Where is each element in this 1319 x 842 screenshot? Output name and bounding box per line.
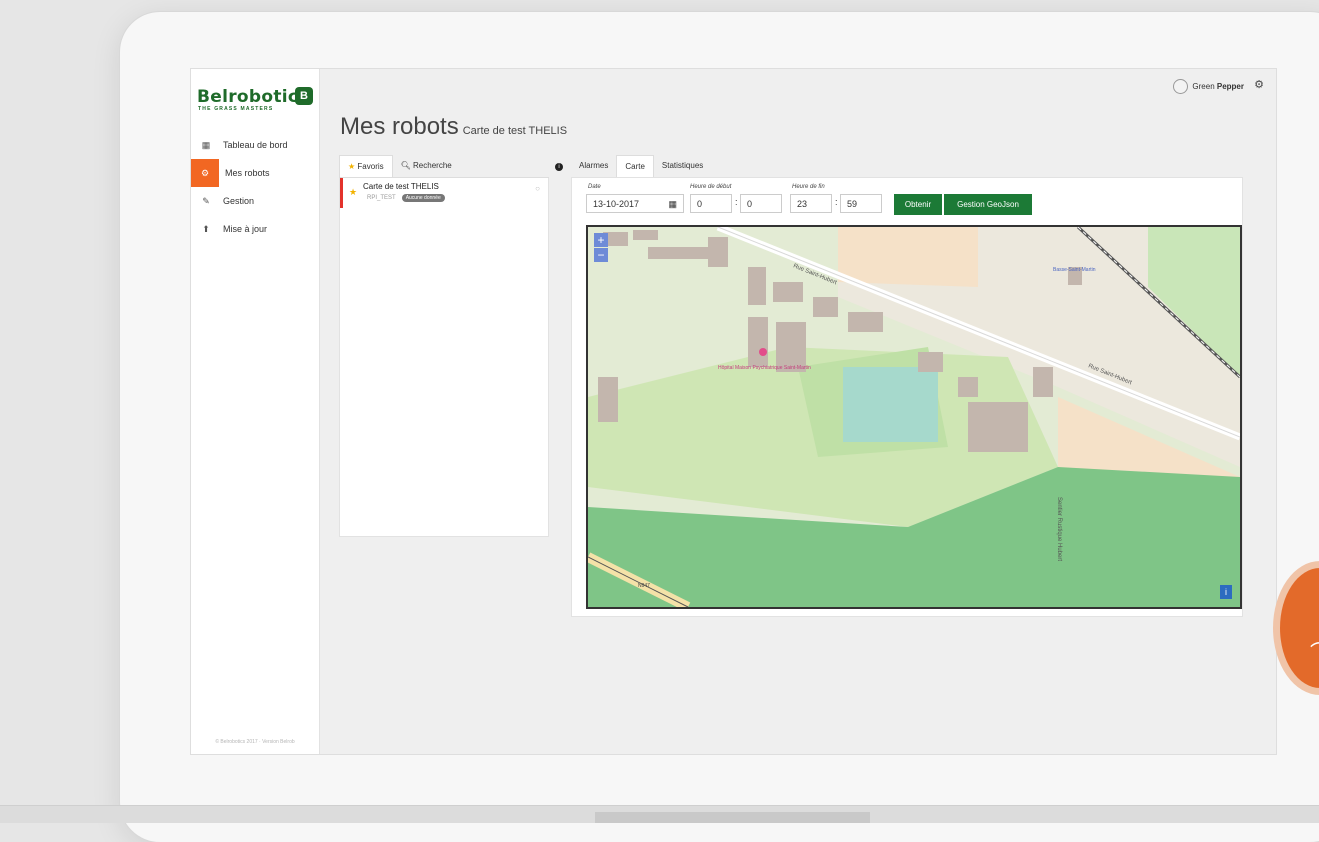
circle-icon: ○ bbox=[535, 184, 540, 193]
sidebar-item-label: Tableau de bord bbox=[223, 140, 288, 150]
zoom-in-button[interactable]: + bbox=[594, 233, 608, 247]
end-minute-field[interactable]: 59 bbox=[840, 194, 882, 213]
map-road-label: Sentier Rustique Hubert bbox=[1056, 497, 1062, 561]
sidebar-footer: © Belrobotics 2017 · Version Belrob bbox=[215, 739, 295, 745]
star-icon: ★ bbox=[348, 162, 356, 171]
app-screen: Belrobotics B THE GRASS MASTERS ▦ Tablea… bbox=[190, 68, 1277, 755]
gear-icon[interactable]: ⚙ bbox=[1254, 78, 1264, 91]
map-info-button[interactable]: i bbox=[1220, 585, 1232, 599]
sidebar-item-label: Mes robots bbox=[225, 168, 270, 178]
tab-statistiques[interactable]: Statistiques bbox=[654, 155, 711, 177]
user-first-name: Green bbox=[1192, 82, 1215, 91]
brand-mark: B bbox=[295, 87, 313, 105]
date-label: Date bbox=[588, 184, 601, 190]
map-view[interactable]: Rue Saint-Hubert Rue Saint-Hubert Sentie… bbox=[586, 225, 1242, 609]
map-canvas: Rue Saint-Hubert Rue Saint-Hubert Sentie… bbox=[588, 227, 1240, 607]
brand-tagline: THE GRASS MASTERS bbox=[198, 106, 274, 112]
sidebar-item-update[interactable]: ⬆ Mise à jour bbox=[191, 215, 319, 243]
robot-list-panel: ★ Favoris 🔍︎ Recherche ★ Carte de test T… bbox=[339, 155, 549, 537]
date-field[interactable]: 13-10-2017 ▦ bbox=[586, 194, 684, 213]
grid-icon: ▦ bbox=[201, 139, 211, 150]
robot-list: ★ Carte de test THELIS RPI_TEST Aucune do… bbox=[339, 178, 549, 537]
sidebar-nav: ▦ Tableau de bord ⚙ Mes robots ✎ Gestion… bbox=[191, 131, 319, 243]
user-last-name: Pepper bbox=[1216, 82, 1244, 91]
robot-list-tabs: ★ Favoris 🔍︎ Recherche bbox=[339, 155, 549, 178]
map-place-label: Basse-Saint-Martin bbox=[1053, 267, 1096, 273]
search-icon: 🔍︎ bbox=[400, 161, 411, 170]
start-hour-field[interactable]: 0 bbox=[690, 194, 732, 213]
start-label: Heure de début bbox=[690, 184, 732, 190]
laptop-base bbox=[0, 805, 1319, 823]
robots-icon: ⚙ bbox=[191, 159, 219, 187]
time-colon: : bbox=[735, 197, 738, 207]
tab-recherche[interactable]: 🔍︎ Recherche bbox=[393, 155, 460, 177]
wrench-icon: ✎ bbox=[202, 195, 210, 206]
sidebar-item-label: Mise à jour bbox=[223, 224, 268, 234]
brand-logo[interactable]: Belrobotics bbox=[197, 87, 309, 107]
upload-icon: ⬆ bbox=[202, 223, 210, 234]
tab-label: Favoris bbox=[357, 162, 384, 171]
map-zoom-controls: + − bbox=[594, 233, 608, 263]
sidebar-item-gestion[interactable]: ✎ Gestion bbox=[191, 187, 319, 215]
map-tab-content: Date 13-10-2017 ▦ Heure de début 0 : 0 He… bbox=[571, 177, 1243, 617]
zoom-out-button[interactable]: − bbox=[594, 248, 608, 262]
laptop-notch bbox=[595, 812, 870, 823]
obtain-button[interactable]: Obtenir bbox=[894, 194, 942, 215]
map-panel-tabs: Alarmes Carte Statistiques bbox=[571, 155, 1243, 177]
sidebar: Belrobotics B THE GRASS MASTERS ▦ Tablea… bbox=[191, 69, 320, 754]
sidebar-item-dashboard[interactable]: ▦ Tableau de bord bbox=[191, 131, 319, 159]
page-title: Mes robots Carte de test THELIS bbox=[340, 113, 567, 141]
start-minute-field[interactable]: 0 bbox=[740, 194, 782, 213]
tab-carte[interactable]: Carte bbox=[616, 155, 654, 177]
info-icon[interactable]: i bbox=[555, 163, 563, 171]
map-poi-label: Hôpital Maison Psychiatrique Saint-Marti… bbox=[718, 365, 811, 371]
list-item[interactable]: ★ Carte de test THELIS RPI_TEST Aucune do… bbox=[340, 178, 548, 208]
star-icon[interactable]: ★ bbox=[349, 187, 357, 198]
sidebar-item-robots[interactable]: ⚙ Mes robots bbox=[191, 159, 319, 187]
robot-id-line: RPI_TEST Aucune donnée bbox=[367, 194, 445, 202]
sidebar-item-label: Gestion bbox=[223, 196, 255, 206]
map-highway-label: N947 bbox=[638, 583, 650, 589]
tab-alarmes[interactable]: Alarmes bbox=[571, 155, 616, 177]
chat-icon: ⌒ bbox=[1310, 636, 1319, 665]
end-hour-field[interactable]: 23 bbox=[790, 194, 832, 213]
robot-id: RPI_TEST bbox=[367, 195, 396, 201]
page-title-text: Mes robots bbox=[340, 113, 459, 140]
avatar-icon bbox=[1173, 79, 1189, 94]
user-menu[interactable]: Green Pepper ⚙ bbox=[1173, 79, 1264, 94]
geojson-button[interactable]: Gestion GeoJson bbox=[944, 194, 1032, 215]
time-colon: : bbox=[835, 197, 838, 207]
robot-name: Carte de test THELIS bbox=[363, 182, 439, 191]
tab-label: Recherche bbox=[413, 161, 452, 170]
calendar-icon[interactable]: ▦ bbox=[668, 195, 677, 214]
map-panel: Alarmes Carte Statistiques Date 13-10-20… bbox=[571, 155, 1243, 617]
page-subtitle: Carte de test THELIS bbox=[462, 125, 568, 137]
tab-favoris[interactable]: ★ Favoris bbox=[339, 155, 393, 177]
end-label: Heure de fin bbox=[792, 184, 825, 190]
top-bar: Green Pepper ⚙ bbox=[320, 69, 1276, 101]
date-value: 13-10-2017 bbox=[593, 199, 640, 209]
status-badge: Aucune donnée bbox=[401, 194, 445, 202]
